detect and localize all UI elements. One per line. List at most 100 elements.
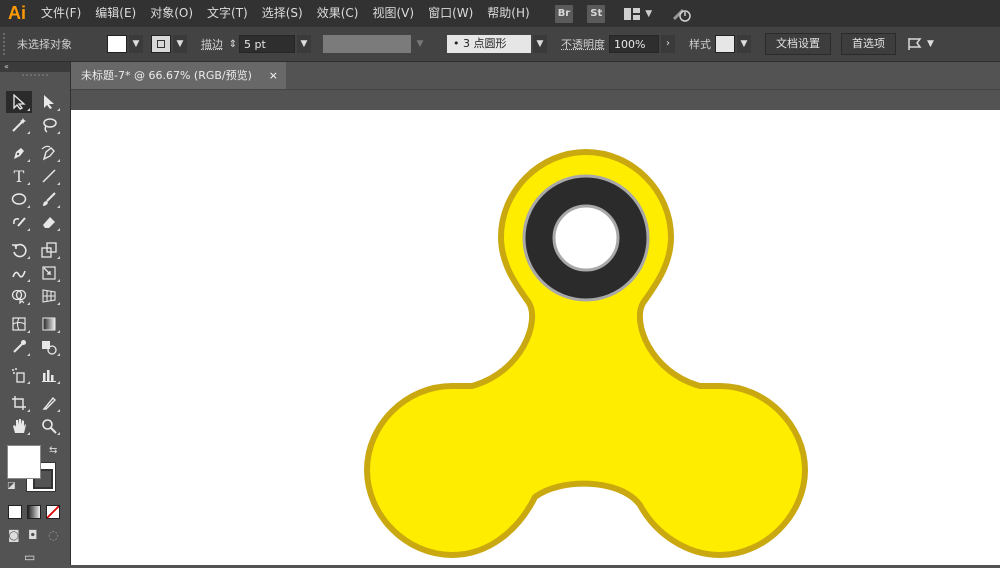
selection-status: 未选择对象 bbox=[17, 38, 72, 51]
stroke-weight-input[interactable]: 5 pt bbox=[239, 35, 295, 53]
variable-width-dropdown[interactable]: ▼ bbox=[413, 35, 427, 53]
blend-tool[interactable] bbox=[36, 336, 62, 358]
none-mode-button[interactable] bbox=[46, 505, 60, 519]
menu-type[interactable]: 文字(T) bbox=[200, 0, 255, 27]
brush-definition[interactable]: • 3 点圆形 bbox=[447, 35, 531, 53]
type-tool[interactable]: T bbox=[6, 165, 32, 187]
screen-mode-icon[interactable]: ▭ bbox=[24, 550, 35, 564]
line-segment-tool[interactable] bbox=[36, 165, 62, 187]
shaper-icon bbox=[13, 217, 26, 227]
draw-normal-icon[interactable]: ◙ bbox=[8, 528, 20, 542]
opacity-arrow-button[interactable]: › bbox=[661, 35, 675, 53]
collapse-panel-icon[interactable]: « bbox=[0, 62, 70, 72]
graphic-style-swatch[interactable] bbox=[715, 35, 735, 53]
gpu-performance-button[interactable] bbox=[670, 6, 692, 22]
document-tab-bar: 未标题-7* @ 66.67% (RGB/预览) × bbox=[71, 62, 1000, 89]
direct-selection-tool[interactable] bbox=[36, 91, 62, 113]
shape-builder-tool[interactable] bbox=[6, 285, 32, 307]
menu-edit[interactable]: 编辑(E) bbox=[88, 0, 143, 27]
menu-file[interactable]: 文件(F) bbox=[34, 0, 88, 27]
chevron-down-icon: ▼ bbox=[645, 8, 653, 19]
column-graph-tool[interactable] bbox=[36, 364, 62, 386]
draw-behind-icon[interactable]: ◘ bbox=[28, 528, 38, 542]
color-mode-button[interactable] bbox=[8, 505, 22, 519]
perspective-grid-icon bbox=[42, 289, 56, 303]
document-tab[interactable]: 未标题-7* @ 66.67% (RGB/预览) × bbox=[71, 62, 286, 89]
brush-dropdown[interactable]: ▼ bbox=[533, 35, 547, 53]
zoom-icon bbox=[42, 419, 57, 434]
eraser-icon bbox=[43, 217, 55, 228]
ellipse-icon bbox=[11, 193, 27, 205]
eraser-tool[interactable] bbox=[36, 211, 62, 233]
mesh-tool[interactable] bbox=[6, 313, 32, 335]
rotate-tool[interactable] bbox=[6, 239, 32, 261]
stroke-dropdown[interactable]: ▼ bbox=[173, 35, 187, 53]
lasso-tool[interactable] bbox=[36, 114, 62, 136]
warp-tool[interactable] bbox=[6, 262, 32, 284]
stroke-weight-dropdown[interactable]: ▼ bbox=[297, 35, 311, 53]
free-transform-tool[interactable] bbox=[36, 262, 62, 284]
symbol-sprayer-tool[interactable] bbox=[6, 364, 32, 386]
app-logo: Ai bbox=[8, 3, 26, 23]
artboard-icon bbox=[12, 396, 26, 410]
magic-wand-tool[interactable] bbox=[6, 114, 32, 136]
hand-tool[interactable] bbox=[6, 415, 32, 437]
tools-panel: « T ⇆ ◪ ◙ ◘ ◌ ▭ bbox=[0, 62, 71, 565]
fill-color-box[interactable] bbox=[7, 445, 41, 479]
tools-panel-grip[interactable] bbox=[22, 74, 48, 82]
perspective-grid-tool[interactable] bbox=[36, 285, 62, 307]
selection-tool[interactable] bbox=[6, 91, 32, 113]
pen-tool[interactable] bbox=[6, 142, 32, 164]
arrange-documents-button[interactable]: ▼ bbox=[623, 7, 652, 21]
lasso-icon bbox=[43, 118, 57, 133]
menu-view[interactable]: 视图(V) bbox=[365, 0, 421, 27]
gradient-tool[interactable] bbox=[36, 313, 62, 335]
graphic-style-dropdown[interactable]: ▼ bbox=[737, 35, 751, 53]
control-bar-grip[interactable] bbox=[3, 33, 11, 55]
eyedropper-tool[interactable] bbox=[6, 336, 32, 358]
fidget-spinner[interactable] bbox=[364, 149, 808, 558]
zoom-tool[interactable] bbox=[36, 415, 62, 437]
ellipse-tool[interactable] bbox=[6, 188, 32, 210]
default-fill-stroke-icon[interactable]: ◪ bbox=[7, 481, 16, 491]
gradient-mode-button[interactable] bbox=[27, 505, 41, 519]
menu-effect[interactable]: 效果(C) bbox=[310, 0, 366, 27]
stroke-label[interactable]: 描边 bbox=[201, 36, 223, 52]
canvas bbox=[364, 149, 808, 558]
stock-button[interactable]: St bbox=[587, 4, 606, 23]
stroke-weight-stepper[interactable]: ⇕ bbox=[227, 39, 239, 50]
scale-icon bbox=[41, 242, 57, 258]
paintbrush-tool[interactable] bbox=[36, 188, 62, 210]
slice-tool[interactable] bbox=[36, 392, 62, 414]
align-options-button[interactable]: ▼ bbox=[906, 36, 934, 52]
menu-object[interactable]: 对象(O) bbox=[143, 0, 200, 27]
scale-tool[interactable] bbox=[36, 239, 62, 261]
opacity-input[interactable]: 100% bbox=[609, 35, 659, 53]
curvature-tool[interactable] bbox=[36, 142, 62, 164]
menu-bar: Ai 文件(F) 编辑(E) 对象(O) 文字(T) 选择(S) 效果(C) 视… bbox=[0, 0, 1000, 27]
bridge-button[interactable]: Br bbox=[554, 4, 574, 23]
draw-inside-icon[interactable]: ◌ bbox=[48, 528, 58, 542]
preferences-button[interactable]: 首选项 bbox=[841, 33, 896, 55]
close-icon[interactable]: × bbox=[269, 62, 278, 89]
variable-width-profile[interactable] bbox=[323, 35, 411, 53]
shaper-tool[interactable] bbox=[6, 211, 32, 233]
up-down-arrows-icon: ⇕ bbox=[228, 38, 238, 50]
swap-fill-stroke-icon[interactable]: ⇆ bbox=[49, 445, 57, 456]
menu-select[interactable]: 选择(S) bbox=[255, 0, 310, 27]
chevron-down-icon: ▼ bbox=[300, 39, 308, 49]
fill-swatch[interactable] bbox=[107, 35, 127, 53]
fill-dropdown[interactable]: ▼ bbox=[129, 35, 143, 53]
artboard-tool[interactable] bbox=[6, 392, 32, 414]
menu-help[interactable]: 帮助(H) bbox=[480, 0, 536, 27]
arrange-documents-icon bbox=[624, 7, 641, 20]
stroke-swatch[interactable] bbox=[151, 35, 171, 53]
opacity-label[interactable]: 不透明度 bbox=[561, 36, 605, 52]
pasteboard bbox=[71, 89, 1000, 111]
artboard[interactable] bbox=[71, 110, 1000, 565]
document-setup-button[interactable]: 文档设置 bbox=[765, 33, 831, 55]
chevron-down-icon: ▼ bbox=[740, 39, 748, 49]
menu-window[interactable]: 窗口(W) bbox=[421, 0, 480, 27]
bearing-hole[interactable] bbox=[552, 204, 620, 272]
hand-icon bbox=[13, 419, 26, 433]
